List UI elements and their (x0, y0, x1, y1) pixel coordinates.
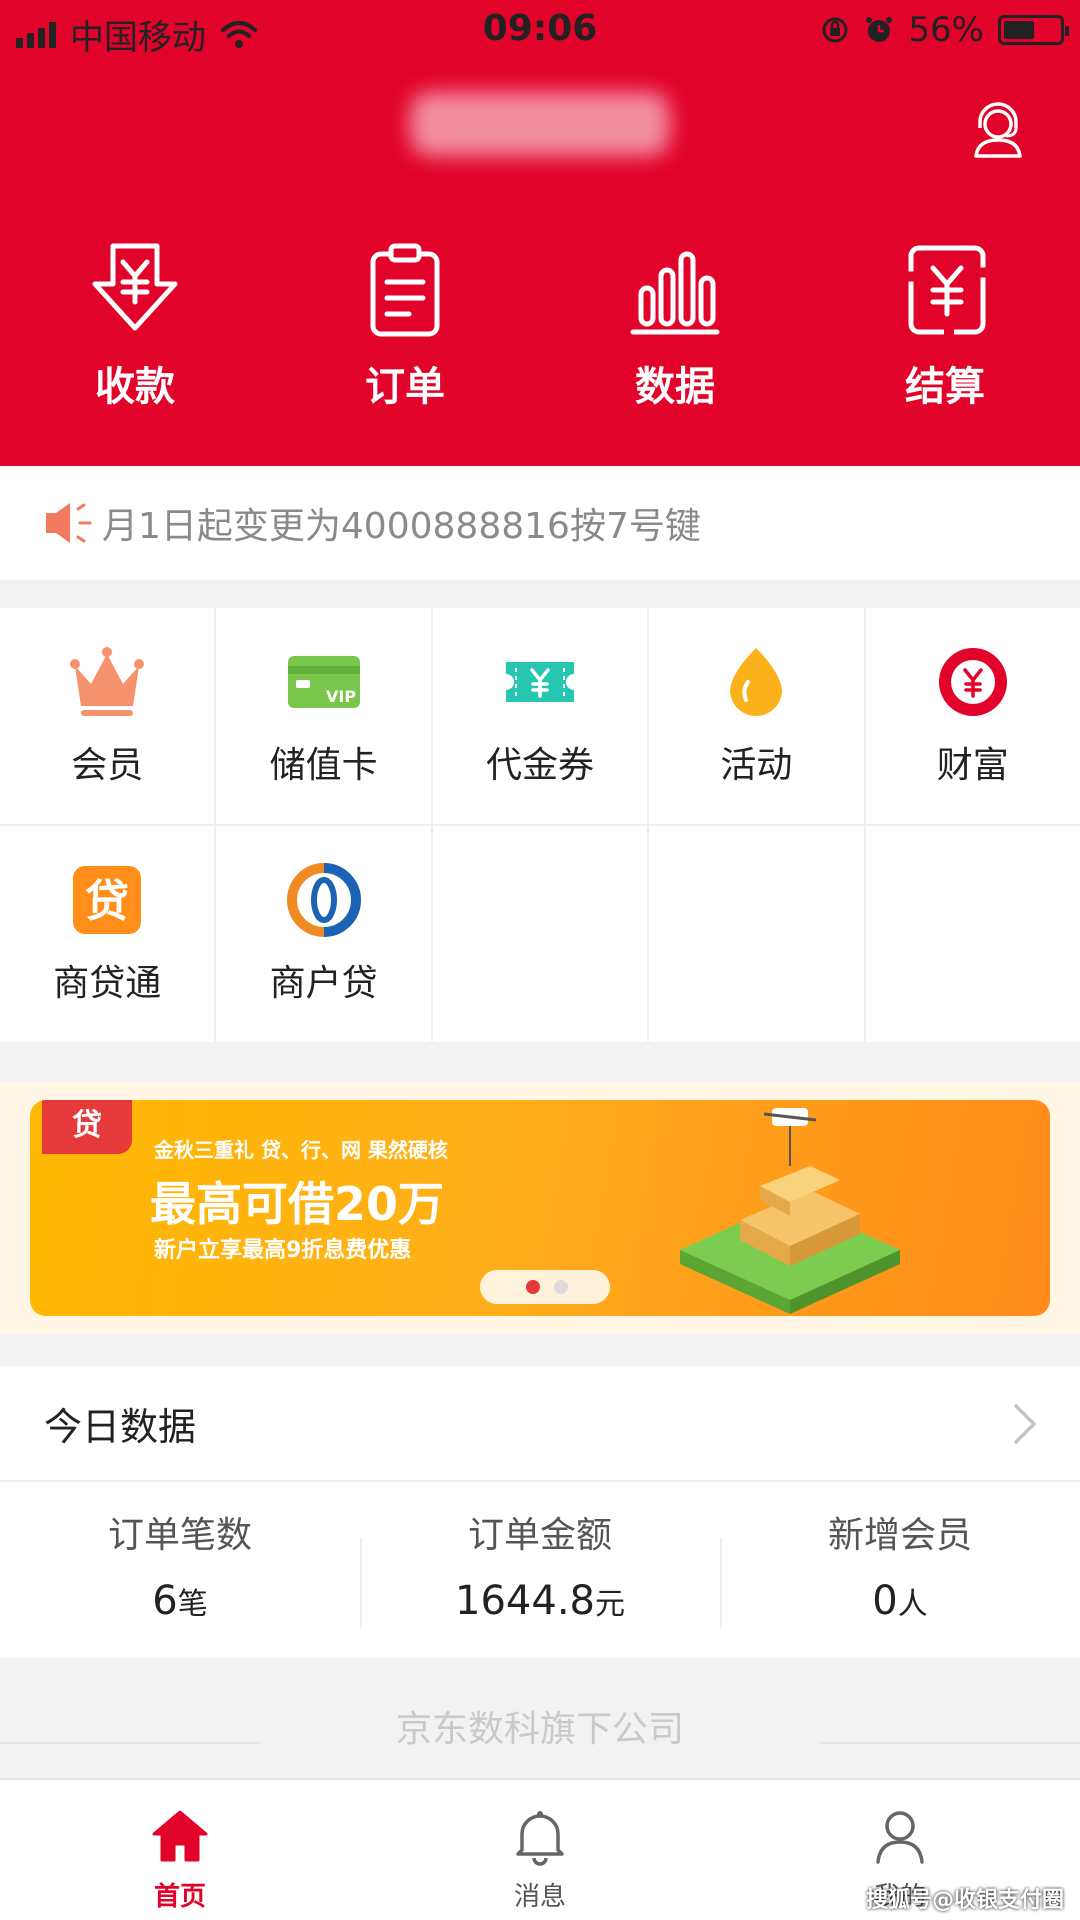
rotation-lock-icon (822, 17, 848, 43)
vip-card-icon: VIP (287, 656, 360, 708)
yen-arrow-down-icon (92, 243, 178, 331)
stat-label: 订单笔数 (107, 1515, 252, 1556)
crown-icon (70, 647, 145, 716)
tab-messages[interactable]: 消息 (360, 1780, 720, 1920)
pagination-dot (526, 1280, 540, 1294)
stat-unit: 笔 (177, 1587, 208, 1622)
stat-label: 订单金额 (467, 1515, 612, 1556)
yen-coin-icon (938, 648, 1007, 716)
today-stats: 订单笔数 6笔 订单金额 1644.8元 新增会员 0人 (0, 1482, 1080, 1658)
stat-order-count[interactable]: 订单笔数 6笔 (0, 1482, 360, 1658)
quick-action-label: 数据 (635, 364, 715, 410)
battery-percent: 56% (908, 10, 984, 50)
customer-service-icon[interactable] (968, 100, 1028, 160)
coupon-icon (505, 662, 574, 702)
service-voucher[interactable]: 代金券 (432, 608, 648, 824)
stat-value: 6 (152, 1578, 178, 1624)
promo-banner[interactable]: 贷 金秋三重礼 贷、行、网 果然硬核 最高可借20万 新户立享最高9折息费优惠 (30, 1100, 1050, 1316)
service-label: 财富 (936, 745, 1009, 786)
yen-document-icon (908, 245, 986, 335)
notice-text: 月1日起变更为4000888816按7号键 (102, 506, 701, 547)
banner-pagination (526, 1280, 568, 1294)
battery-icon (998, 15, 1069, 45)
stat-order-amount[interactable]: 订单金额 1644.8元 (360, 1482, 720, 1658)
service-empty (649, 826, 864, 1042)
chevron-right-icon (1014, 1404, 1036, 1444)
service-business-loan-pass[interactable]: 贷 商贷通 (0, 826, 215, 1042)
stat-label: 新增会员 (827, 1515, 972, 1556)
loan-badge-icon: 贷 (73, 866, 142, 934)
svg-text:贷: 贷 (85, 876, 129, 927)
user-icon (876, 1811, 924, 1864)
quick-action-collect[interactable]: 收款 (0, 240, 270, 412)
service-label: 商贷通 (53, 963, 162, 1004)
tab-home[interactable]: 首页 (0, 1780, 360, 1920)
quick-action-label: 订单 (365, 364, 445, 410)
footer-text: 京东数科旗下公司 (395, 1709, 684, 1750)
gold-bars-illustration (680, 1108, 900, 1314)
banner-subline: 新户立享最高9折息费优惠 (154, 1238, 412, 1263)
tab-label: 消息 (513, 1882, 566, 1912)
ring-logo-icon (286, 863, 361, 937)
tab-label: 首页 (153, 1882, 206, 1912)
service-label: 商户贷 (269, 963, 378, 1004)
today-data-header[interactable]: 今日数据 (0, 1366, 1080, 1482)
quick-action-settle[interactable]: 结算 (810, 240, 1080, 412)
banner-area: 贷 金秋三重礼 贷、行、网 果然硬核 最高可借20万 新户立享最高9折息费优惠 (0, 1082, 1080, 1334)
status-bar: 中国移动 09:06 56% (0, 0, 1080, 60)
home-icon (152, 1810, 208, 1862)
service-merchant-loan[interactable]: 商户贷 (216, 826, 431, 1042)
alarm-icon (866, 17, 893, 42)
service-label: 会员 (71, 745, 144, 786)
svg-text:VIP: VIP (326, 687, 356, 706)
notice-bar[interactable]: 月1日起变更为4000888816按7号键 (0, 466, 1080, 580)
service-member[interactable]: 会员 (0, 608, 215, 824)
quick-action-label: 结算 (905, 364, 985, 410)
header: 中国移动 09:06 56% 收款 订单 数据 结算 (0, 0, 1080, 466)
service-empty (432, 826, 648, 1042)
quick-action-orders[interactable]: 订单 (270, 240, 540, 412)
service-stored-value-card[interactable]: VIP 储值卡 (216, 608, 431, 824)
banner-headline: 最高可借20万 (150, 1177, 445, 1231)
service-grid: 会员 VIP 储值卡 代金券 活动 财富 贷 商贷通 商户贷 (0, 608, 1080, 1042)
quick-action-data[interactable]: 数据 (540, 240, 810, 412)
bar-chart-icon (630, 251, 720, 335)
pagination-dot (554, 1280, 568, 1294)
stat-value: 0 (872, 1578, 898, 1624)
quick-actions: 收款 订单 数据 结算 (0, 240, 1080, 412)
stat-unit: 元 (594, 1587, 625, 1622)
stat-unit: 人 (897, 1587, 928, 1622)
service-label: 代金券 (485, 745, 594, 786)
bell-icon (516, 1811, 564, 1866)
quick-action-label: 收款 (95, 364, 175, 410)
speaker-icon (46, 503, 92, 543)
watermark: 搜狐号@收银支付圈 (865, 1888, 1064, 1913)
stat-value: 1644.8 (455, 1578, 595, 1624)
service-activity[interactable]: 活动 (649, 608, 864, 824)
service-empty (865, 826, 1080, 1042)
stat-new-members[interactable]: 新增会员 0人 (720, 1482, 1080, 1658)
flame-icon (730, 648, 783, 716)
banner-tag: 贷 (42, 1100, 132, 1154)
service-label: 活动 (720, 745, 793, 786)
today-data-title: 今日数据 (44, 1404, 197, 1449)
shop-name-blur (410, 92, 670, 156)
banner-line1: 金秋三重礼 贷、行、网 果然硬核 (154, 1138, 448, 1162)
service-label: 储值卡 (269, 745, 378, 786)
clipboard-icon (370, 243, 440, 337)
service-wealth[interactable]: 财富 (865, 608, 1080, 824)
